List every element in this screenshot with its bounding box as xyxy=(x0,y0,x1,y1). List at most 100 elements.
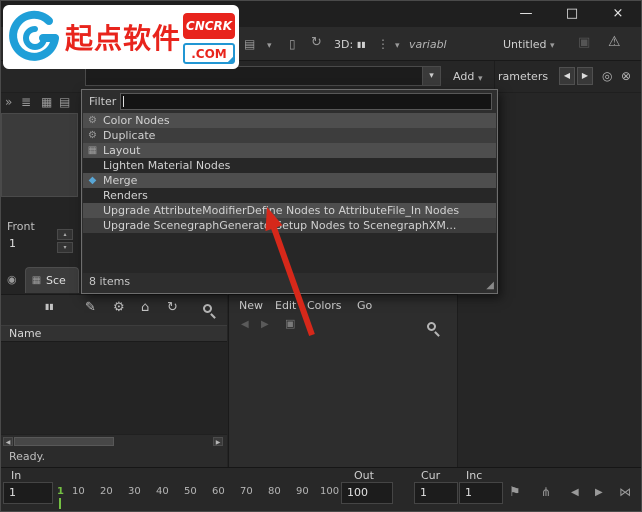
tab-scenegraph[interactable]: ▦ Sce xyxy=(25,267,79,293)
node-list: ⚙ Color Nodes ⚙ Duplicate ▦ Layout Light… xyxy=(83,113,496,273)
back-icon[interactable]: ◀ xyxy=(241,319,249,330)
copy-icon[interactable]: ▣ xyxy=(285,317,295,330)
maximize-button[interactable]: □ xyxy=(549,1,595,27)
timeline-tick: 10 xyxy=(72,486,85,497)
gear-icon[interactable]: ⚙ xyxy=(113,300,125,315)
panel-icon[interactable]: ▤ xyxy=(244,37,255,51)
flag-icon[interactable]: ⚑ xyxy=(509,485,521,500)
pin-button[interactable]: ◎ xyxy=(602,69,612,83)
viewport-preview[interactable] xyxy=(1,113,78,197)
forward-icon[interactable]: ▶ xyxy=(261,319,269,330)
grid-icon[interactable]: ▦ xyxy=(41,95,52,109)
in-field[interactable]: 1 xyxy=(3,482,53,504)
window-controls: — □ × xyxy=(503,1,641,27)
list-item[interactable]: ◆ Merge xyxy=(83,173,496,188)
node-link-icon[interactable]: ⋈ xyxy=(619,485,631,499)
node-combobox[interactable]: ▾ xyxy=(85,66,441,86)
pause-icon[interactable]: ▮▮ xyxy=(45,302,54,311)
timeline-tick: 40 xyxy=(156,486,169,497)
timeline-tick-current: 1 xyxy=(57,486,64,497)
variable-dropdown[interactable]: variabl xyxy=(409,38,447,51)
playhead-marker[interactable] xyxy=(59,498,61,509)
menu-new[interactable]: New xyxy=(239,299,263,312)
list-item[interactable]: ⚙ Duplicate xyxy=(83,128,496,143)
tab-label: Sce xyxy=(46,274,66,287)
scroll-right-button[interactable]: ▶ xyxy=(213,437,223,446)
timeline-tick: 100 xyxy=(320,486,339,497)
add-dropdown[interactable]: Add xyxy=(453,70,474,83)
chevron-down-icon[interactable]: ▾ xyxy=(267,39,272,53)
more-icon[interactable]: ⋮ xyxy=(377,37,389,51)
close-panel-button[interactable]: ⊗ xyxy=(621,69,631,83)
combobox-dropdown-icon[interactable]: ▾ xyxy=(422,67,440,85)
timeline-tick: 50 xyxy=(184,486,197,497)
close-button[interactable]: × xyxy=(595,1,641,27)
horizontal-scrollbar[interactable]: ◀ ▶ xyxy=(1,434,227,447)
cur-label: Cur xyxy=(421,469,440,482)
brand-domain: .COM ◢ xyxy=(183,43,235,64)
menu-edit[interactable]: Edit xyxy=(275,299,296,312)
frame-ruler[interactable]: 1 10 20 30 40 50 60 70 80 90 100 xyxy=(56,482,340,508)
parameters-panel-title: rameters xyxy=(498,70,548,83)
list-item[interactable]: ⚙ Color Nodes xyxy=(83,113,496,128)
spinner-down[interactable]: ▾ xyxy=(57,242,73,253)
out-field[interactable]: 100 xyxy=(341,482,393,504)
back-button[interactable]: ◀ xyxy=(559,67,575,85)
status-text: Ready. xyxy=(9,450,45,463)
name-column-header[interactable]: Name xyxy=(1,325,227,342)
minimize-button[interactable]: — xyxy=(503,1,549,27)
spinner-up[interactable]: ▴ xyxy=(57,229,73,240)
next-frame-button[interactable]: ▶ xyxy=(595,487,603,498)
search-icon[interactable] xyxy=(203,304,212,313)
file-menu-dropdown-icon[interactable]: ▾ xyxy=(550,39,555,53)
filter-label: Filter xyxy=(89,95,116,108)
layout-icon: ▦ xyxy=(87,145,98,156)
refresh-icon[interactable]: ↻ xyxy=(167,300,178,315)
variable-dropdown-icon[interactable]: ▾ xyxy=(395,39,400,53)
list-item-label: Duplicate xyxy=(103,129,155,142)
outliner-list[interactable] xyxy=(1,342,227,434)
list-item[interactable]: Upgrade AttributeModifierDefine Nodes to… xyxy=(83,203,496,218)
pause-icon[interactable]: ▮▮ xyxy=(357,38,366,52)
menu-go[interactable]: Go xyxy=(357,299,372,312)
timeline-tick: 60 xyxy=(212,486,225,497)
file-menu-dropdown[interactable]: Untitled xyxy=(503,38,547,51)
prev-frame-button[interactable]: ◀ xyxy=(571,487,579,498)
timeline-tick: 30 xyxy=(128,486,141,497)
menu-colors[interactable]: Colors xyxy=(307,299,341,312)
add-dropdown-icon[interactable]: ▾ xyxy=(478,72,483,86)
disabled-panel-icon: ▣ xyxy=(578,36,590,50)
panel-layout-icon[interactable]: ▤ xyxy=(59,95,70,109)
list-item[interactable]: Lighten Material Nodes xyxy=(83,158,496,173)
list-item-label: Layout xyxy=(103,144,140,157)
sync-icon[interactable]: ↻ xyxy=(311,36,322,50)
tab-circle-icon[interactable]: ◉ xyxy=(7,273,17,287)
timeline-tick: 20 xyxy=(100,486,113,497)
forward-button[interactable]: ▶ xyxy=(577,67,593,85)
node-filter-popup: Filter ⚙ Color Nodes ⚙ Duplicate ▦ Layou… xyxy=(81,89,498,294)
expand-icon[interactable]: » xyxy=(5,95,12,109)
list-icon[interactable]: ≣ xyxy=(21,95,31,109)
gear-icon: ⚙ xyxy=(87,130,98,141)
viewport-frame-value: 1 xyxy=(9,237,16,250)
home-icon[interactable]: ⌂ xyxy=(141,300,149,315)
list-item-label: Color Nodes xyxy=(103,114,170,127)
inc-field[interactable]: 1 xyxy=(459,482,503,504)
list-item[interactable]: Upgrade ScenegraphGeneratorSetup Nodes t… xyxy=(83,218,496,233)
resize-grip[interactable]: ◢ xyxy=(486,280,494,291)
in-label: In xyxy=(11,469,21,482)
pencil-icon[interactable]: ✎ xyxy=(85,300,96,315)
list-item[interactable]: ▦ Layout xyxy=(83,143,496,158)
cur-field[interactable]: 1 xyxy=(414,482,458,504)
list-item-label: Upgrade ScenegraphGeneratorSetup Nodes t… xyxy=(103,219,456,232)
timeline-bar: In 1 1 10 20 30 40 50 60 70 80 90 100 Ou… xyxy=(1,467,641,512)
scrollbar-thumb[interactable] xyxy=(14,437,114,446)
node-tree-icon[interactable]: ⋔ xyxy=(541,485,551,499)
viewport-label: Front xyxy=(7,220,35,233)
frame-icon[interactable]: ▯ xyxy=(289,37,296,51)
scroll-left-button[interactable]: ◀ xyxy=(3,437,13,446)
filter-input[interactable] xyxy=(120,93,492,110)
list-item[interactable]: Renders xyxy=(83,188,496,203)
search-icon[interactable] xyxy=(427,322,436,331)
warning-icon[interactable]: ⚠ xyxy=(608,35,621,49)
